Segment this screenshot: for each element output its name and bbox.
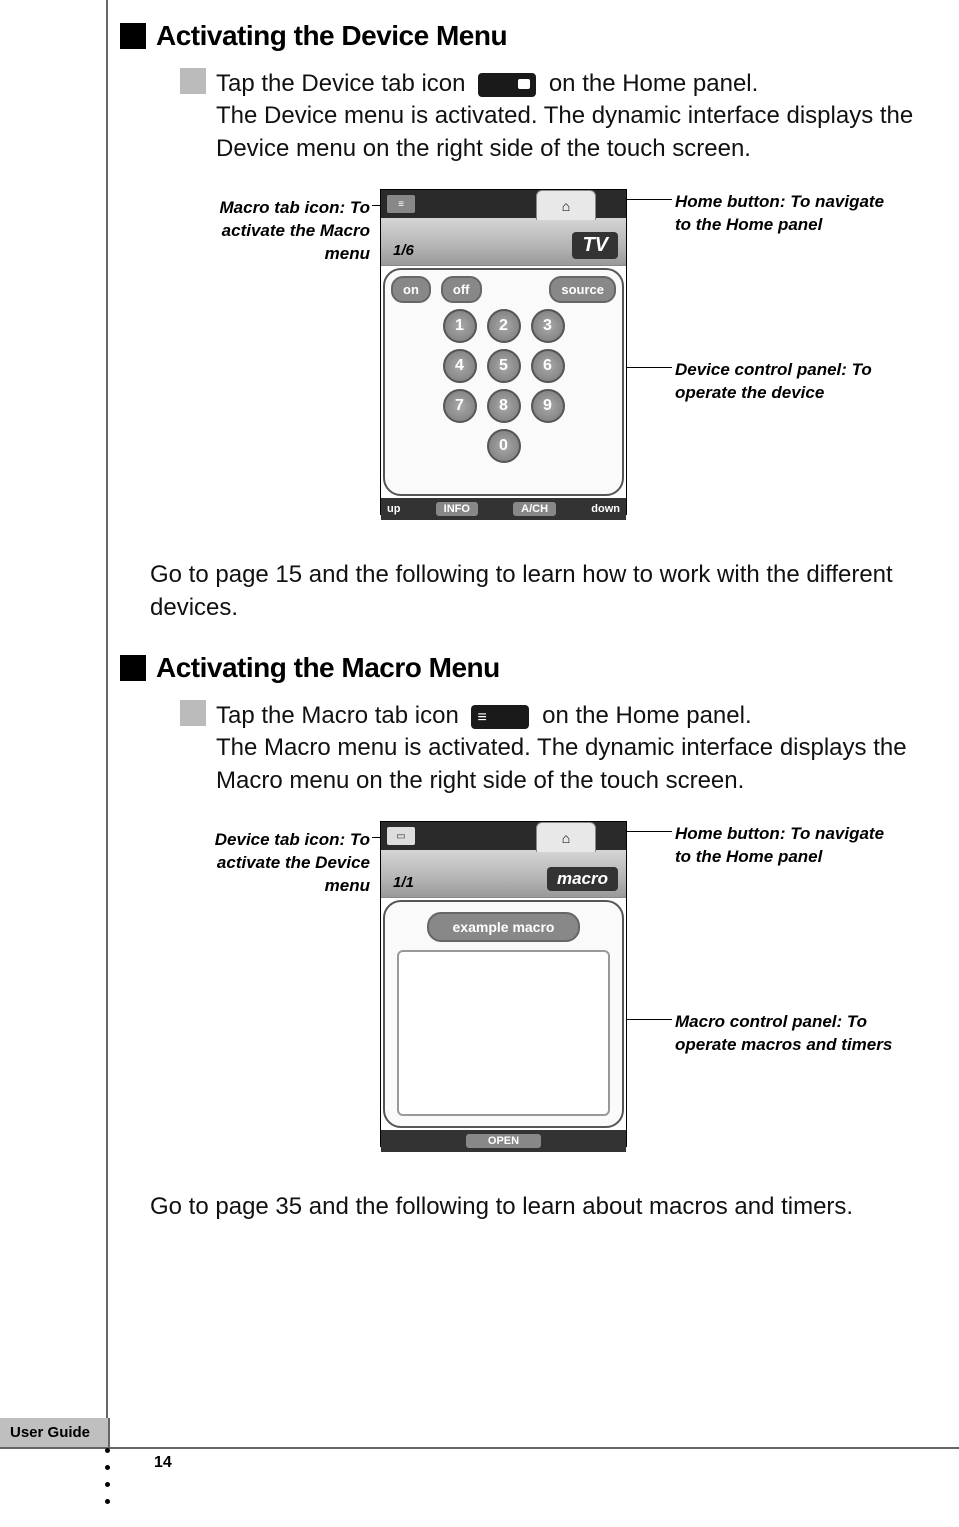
callout-home-button: Home button: To navigate to the Home pan… <box>675 823 895 869</box>
macro-outro: Go to page 35 and the following to learn… <box>150 1191 950 1223</box>
device-tab-icon-inline <box>478 73 536 97</box>
foot-info[interactable]: INFO <box>436 502 478 516</box>
macro-tab-icon-inline <box>471 705 529 729</box>
dot-icon <box>105 1465 110 1470</box>
device-desc: The Device menu is activated. The dynami… <box>216 100 950 165</box>
keypad-1[interactable]: 1 <box>443 309 477 343</box>
step-pre: Tap the Device tab icon <box>216 70 472 97</box>
device-step: Tap the Device tab icon on the Home pane… <box>180 68 950 165</box>
device-diagram: Macro tab icon: To activate the Macro me… <box>120 189 950 535</box>
step-post: on the Home panel. <box>542 702 751 729</box>
macro-tab-label: macro <box>547 867 618 891</box>
device-step-text: Tap the Device tab icon on the Home pane… <box>216 68 758 100</box>
step-bullet <box>180 68 206 94</box>
keypad-2[interactable]: 2 <box>487 309 521 343</box>
page-indicator: 1/1 <box>393 874 414 891</box>
macro-step-text: Tap the Macro tab icon on the Home panel… <box>216 700 752 732</box>
footer-rule <box>0 1447 959 1449</box>
foot-down[interactable]: down <box>591 503 620 515</box>
device-tab-label: TV <box>572 232 618 259</box>
macro-diagram: Device tab icon: To activate the Device … <box>120 821 950 1167</box>
user-guide-tab: User Guide <box>0 1418 110 1447</box>
page-indicator: 1/6 <box>393 242 414 259</box>
keypad-0[interactable]: 0 <box>487 429 521 463</box>
device-screen: ≡ ⌂ 1/6 TV on off source 1 2 3 <box>380 189 627 515</box>
off-button[interactable]: off <box>441 276 482 303</box>
step-post: on the Home panel. <box>549 70 758 97</box>
macro-control-panel: example macro <box>383 900 624 1128</box>
heading-text: Activating the Device Menu <box>156 20 507 52</box>
callout-device-panel: Device control panel: To operate the dev… <box>675 359 895 405</box>
page-content: Activating the Device Menu Tap the Devic… <box>120 20 950 1224</box>
foot-up[interactable]: up <box>387 503 400 515</box>
callout-home-button: Home button: To navigate to the Home pan… <box>675 191 895 237</box>
keypad-4[interactable]: 4 <box>443 349 477 383</box>
callout-device-tab: Device tab icon: To activate the Device … <box>180 829 370 898</box>
home-icon: ⌂ <box>562 198 570 214</box>
device-tab-icon[interactable]: ▭ <box>387 827 415 845</box>
device-control-panel: on off source 1 2 3 4 5 6 7 8 <box>383 268 624 496</box>
keypad-7[interactable]: 7 <box>443 389 477 423</box>
dot-icon <box>105 1448 110 1453</box>
page-number: 14 <box>154 1454 172 1472</box>
foot-open[interactable]: OPEN <box>466 1134 541 1148</box>
foot-avch[interactable]: A/CH <box>513 502 556 516</box>
step-pre: Tap the Macro tab icon <box>216 702 465 729</box>
macro-list-area <box>397 950 609 1116</box>
dot-icon <box>105 1482 110 1487</box>
screen-footer: up INFO A/CH down <box>381 498 626 520</box>
on-button[interactable]: on <box>391 276 431 303</box>
macro-desc: The Macro menu is activated. The dynamic… <box>216 732 950 797</box>
heading-text: Activating the Macro Menu <box>156 652 500 684</box>
step-bullet <box>180 700 206 726</box>
screen-footer: OPEN <box>381 1130 626 1152</box>
macro-step: Tap the Macro tab icon on the Home panel… <box>180 700 950 797</box>
screen-tab-area: ⌂ 1/6 TV <box>381 218 626 266</box>
keypad-8[interactable]: 8 <box>487 389 521 423</box>
keypad-3[interactable]: 3 <box>531 309 565 343</box>
heading-bullet <box>120 23 146 49</box>
footer-dots <box>105 1448 110 1504</box>
keypad-6[interactable]: 6 <box>531 349 565 383</box>
dot-icon <box>105 1499 110 1504</box>
screen-tab-area: ⌂ 1/1 macro <box>381 850 626 898</box>
home-button[interactable]: ⌂ <box>536 190 596 220</box>
section-device-heading: Activating the Device Menu <box>120 20 950 52</box>
macro-tab-icon[interactable]: ≡ <box>387 195 415 213</box>
callout-macro-tab: Macro tab icon: To activate the Macro me… <box>180 197 370 266</box>
sidebar-rule <box>106 0 108 1443</box>
page-footer: User Guide 14 <box>0 1418 959 1449</box>
section-macro-heading: Activating the Macro Menu <box>120 652 950 684</box>
example-macro-button[interactable]: example macro <box>427 912 581 942</box>
home-icon: ⌂ <box>562 830 570 846</box>
macro-screen: ▭ ⌂ 1/1 macro example macro OPEN <box>380 821 627 1147</box>
callout-macro-panel: Macro control panel: To operate macros a… <box>675 1011 895 1057</box>
heading-bullet <box>120 655 146 681</box>
source-button[interactable]: source <box>549 276 616 303</box>
home-button[interactable]: ⌂ <box>536 822 596 852</box>
device-outro: Go to page 15 and the following to learn… <box>150 559 950 624</box>
keypad-9[interactable]: 9 <box>531 389 565 423</box>
keypad-5[interactable]: 5 <box>487 349 521 383</box>
